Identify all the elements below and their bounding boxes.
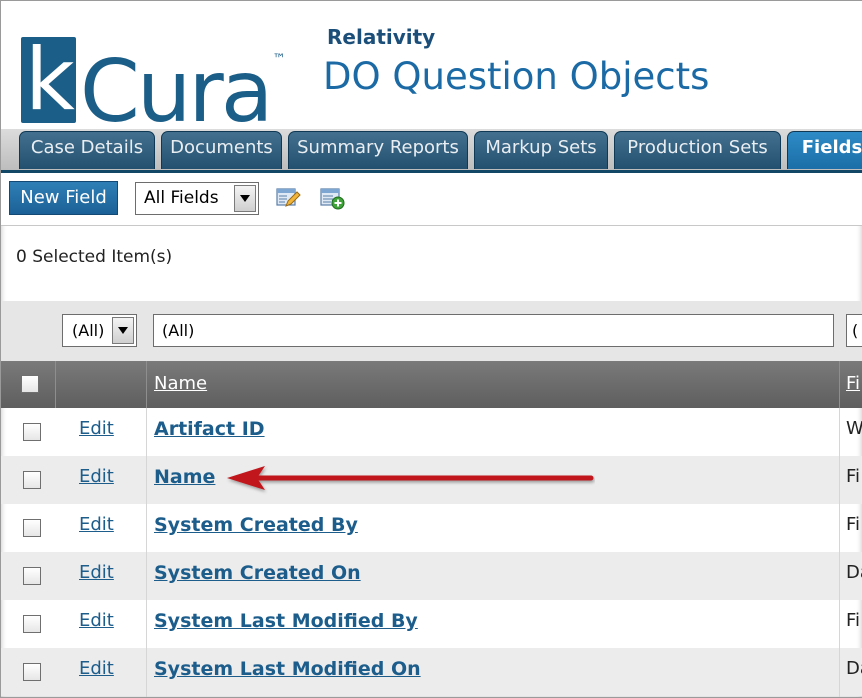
- field-type-cell: Fi: [846, 610, 861, 631]
- field-type-cell: Da: [846, 562, 862, 583]
- edit-link[interactable]: Edit: [79, 658, 114, 679]
- logo-trademark: ™: [272, 52, 286, 67]
- grid-header-row: Name Fi: [1, 361, 862, 408]
- name-filter-input[interactable]: (All): [153, 314, 834, 347]
- row-checkbox[interactable]: [23, 567, 41, 585]
- view-select-value: All Fields: [144, 188, 219, 208]
- table-row: Edit System Last Modified By Fi: [1, 600, 862, 648]
- edit-link[interactable]: Edit: [79, 514, 114, 535]
- field-type-cell: W: [846, 418, 862, 439]
- table-row: Edit System Last Modified On Da: [1, 648, 862, 696]
- tab-fields[interactable]: Fields: [787, 131, 862, 169]
- application-window: kCura ™ Relativity DO Question Objects Ca…: [0, 0, 862, 698]
- edit-link[interactable]: Edit: [79, 562, 114, 583]
- tab-production-sets[interactable]: Production Sets: [614, 131, 781, 169]
- filter-row: (All) (All) (: [1, 301, 862, 361]
- logo-k-box: k: [21, 37, 76, 123]
- field-type-cell: Fi: [846, 514, 861, 535]
- select-all-checkbox[interactable]: [21, 375, 39, 393]
- red-arrow-annotation: [227, 466, 594, 490]
- table-row: Edit System Created By Fi: [1, 504, 862, 552]
- row-checkbox[interactable]: [23, 471, 41, 489]
- edit-view-icon[interactable]: [275, 186, 301, 210]
- column-header-field-type[interactable]: Fi: [846, 373, 860, 394]
- field-name-link[interactable]: System Last Modified On: [154, 658, 421, 680]
- field-name-link[interactable]: Artifact ID: [154, 418, 265, 440]
- edit-link[interactable]: Edit: [79, 418, 114, 439]
- row-checkbox[interactable]: [23, 519, 41, 537]
- row-checkbox[interactable]: [23, 615, 41, 633]
- chevron-down-icon[interactable]: [234, 185, 256, 212]
- toolbar: New Field All Fields: [1, 173, 862, 226]
- tab-summary-reports[interactable]: Summary Reports: [288, 131, 468, 169]
- field-name-link[interactable]: Name: [154, 466, 215, 488]
- field-type-cell: Da: [846, 658, 862, 679]
- view-select[interactable]: All Fields: [135, 182, 259, 215]
- page-header: kCura ™ Relativity DO Question Objects: [1, 1, 862, 142]
- edit-link[interactable]: Edit: [79, 610, 114, 631]
- tab-markup-sets[interactable]: Markup Sets: [474, 131, 608, 169]
- edit-filter-select[interactable]: (All): [62, 314, 137, 347]
- tab-documents[interactable]: Documents: [161, 131, 282, 169]
- column-divider: [146, 408, 147, 697]
- edit-link[interactable]: Edit: [79, 466, 114, 487]
- kcura-logo: kCura ™: [21, 5, 285, 147]
- row-checkbox[interactable]: [23, 423, 41, 441]
- logo-text: Cura: [79, 42, 274, 142]
- type-filter-input[interactable]: (: [846, 314, 862, 347]
- new-field-button[interactable]: New Field: [9, 181, 118, 215]
- column-divider: [839, 408, 840, 697]
- app-name: Relativity: [327, 25, 436, 49]
- new-view-icon[interactable]: [319, 186, 345, 210]
- column-separator: [55, 361, 56, 408]
- field-type-cell: Fi: [846, 466, 861, 487]
- chevron-down-icon[interactable]: [112, 317, 134, 344]
- table-row: Edit Artifact ID W: [1, 408, 862, 456]
- column-separator: [146, 361, 147, 408]
- tab-case-details[interactable]: Case Details: [19, 131, 155, 169]
- field-name-link[interactable]: System Created By: [154, 514, 358, 536]
- column-separator: [839, 361, 840, 408]
- field-name-link[interactable]: System Last Modified By: [154, 610, 418, 632]
- tab-bar: Case Details Documents Summary Reports M…: [1, 129, 862, 173]
- table-row: Edit System Created On Da: [1, 552, 862, 600]
- field-name-link[interactable]: System Created On: [154, 562, 361, 584]
- row-checkbox[interactable]: [23, 663, 41, 681]
- edit-filter-value: (All): [72, 321, 105, 340]
- page-title: DO Question Objects: [323, 55, 710, 98]
- selected-items-count: 0 Selected Item(s): [16, 247, 173, 267]
- column-header-name[interactable]: Name: [154, 373, 207, 394]
